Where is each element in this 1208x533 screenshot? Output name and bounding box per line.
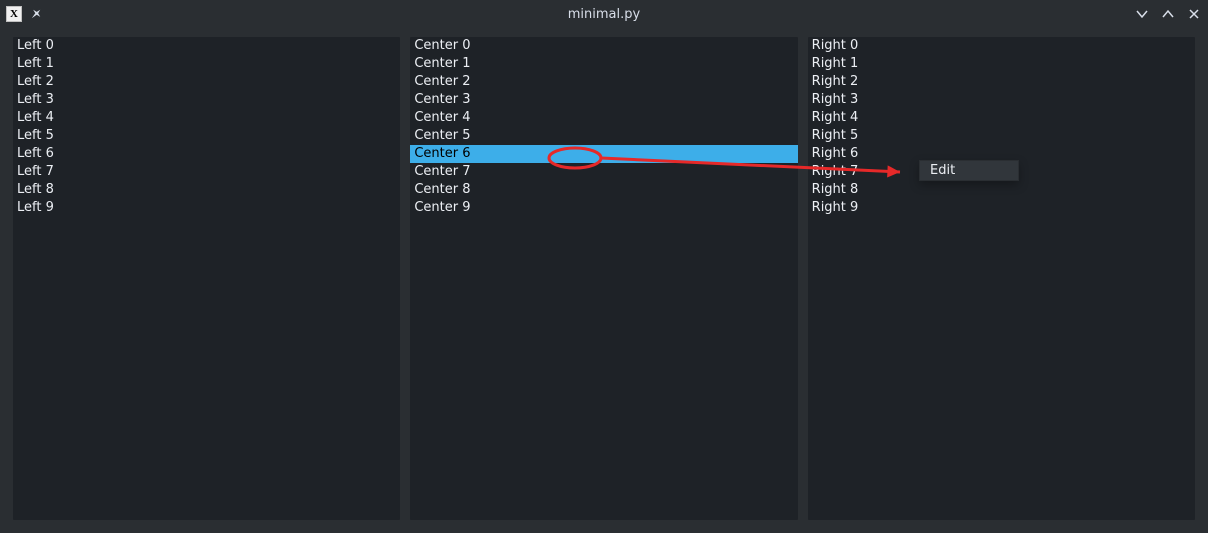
app-icon: X [6,6,22,22]
pin-icon[interactable] [28,6,44,22]
list-item[interactable]: Right 9 [808,199,1195,217]
panel-right[interactable]: Right 0Right 1Right 2Right 3Right 4Right… [807,36,1196,521]
list-item[interactable]: Right 4 [808,109,1195,127]
list-item[interactable]: Center 7 [410,163,797,181]
context-menu-item-edit[interactable]: Edit [920,161,1018,180]
list-right[interactable]: Right 0Right 1Right 2Right 3Right 4Right… [808,37,1195,217]
list-item[interactable]: Left 5 [13,127,400,145]
list-item[interactable]: Center 6 [410,145,797,163]
window-titlebar: X minimal.py [0,0,1208,28]
list-item[interactable]: Left 6 [13,145,400,163]
list-item[interactable]: Left 3 [13,91,400,109]
panel-center[interactable]: Center 0Center 1Center 2Center 3Center 4… [409,36,798,521]
list-item[interactable]: Center 5 [410,127,797,145]
list-item[interactable]: Right 0 [808,37,1195,55]
list-item[interactable]: Left 9 [13,199,400,217]
list-item[interactable]: Right 1 [808,55,1195,73]
list-item[interactable]: Right 2 [808,73,1195,91]
list-item[interactable]: Right 8 [808,181,1195,199]
window-minimize-button[interactable] [1134,6,1150,22]
panel-left[interactable]: Left 0Left 1Left 2Left 3Left 4Left 5Left… [12,36,401,521]
context-menu[interactable]: Edit [919,160,1019,181]
list-item[interactable]: Center 9 [410,199,797,217]
list-item[interactable]: Center 3 [410,91,797,109]
workspace: Left 0Left 1Left 2Left 3Left 4Left 5Left… [0,28,1208,533]
list-item[interactable]: Left 1 [13,55,400,73]
list-item[interactable]: Center 8 [410,181,797,199]
window-title: minimal.py [0,7,1208,22]
list-item[interactable]: Center 2 [410,73,797,91]
list-item[interactable]: Center 4 [410,109,797,127]
list-item[interactable]: Left 7 [13,163,400,181]
list-item[interactable]: Left 0 [13,37,400,55]
window-close-button[interactable] [1186,6,1202,22]
window-maximize-button[interactable] [1160,6,1176,22]
list-item[interactable]: Left 8 [13,181,400,199]
list-item[interactable]: Center 0 [410,37,797,55]
list-item[interactable]: Left 2 [13,73,400,91]
list-item[interactable]: Right 3 [808,91,1195,109]
list-left[interactable]: Left 0Left 1Left 2Left 3Left 4Left 5Left… [13,37,400,217]
list-item[interactable]: Center 1 [410,55,797,73]
list-item[interactable]: Right 5 [808,127,1195,145]
list-center[interactable]: Center 0Center 1Center 2Center 3Center 4… [410,37,797,217]
list-item[interactable]: Left 4 [13,109,400,127]
